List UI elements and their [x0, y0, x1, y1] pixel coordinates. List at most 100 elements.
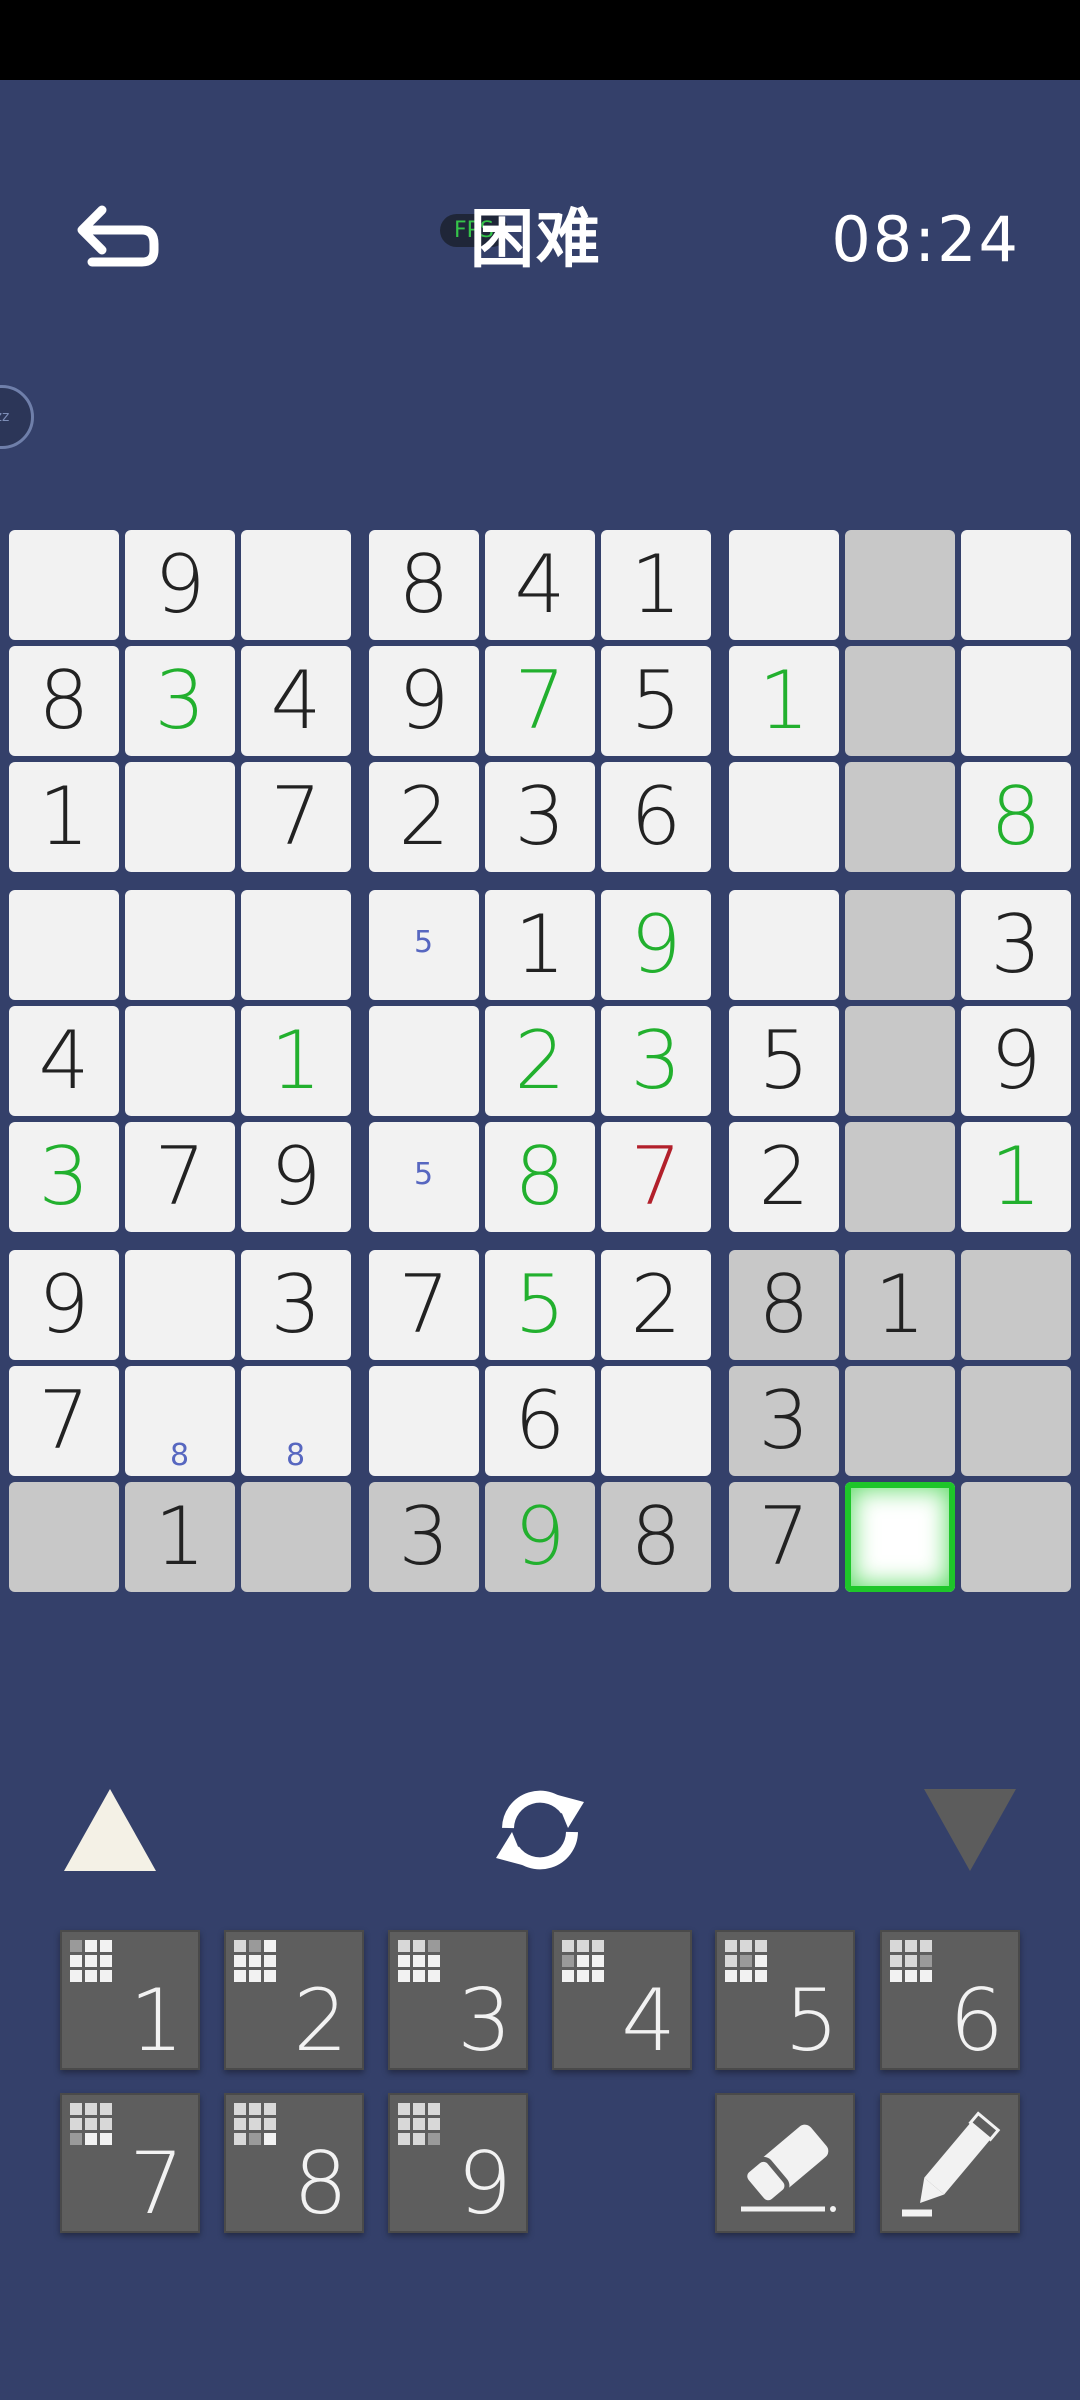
sudoku-cell[interactable]: 8	[369, 530, 479, 640]
sudoku-cell[interactable]: 1	[9, 762, 119, 872]
sudoku-cell[interactable]: 4	[485, 530, 595, 640]
sudoku-cell[interactable]	[125, 1250, 235, 1360]
sudoku-cell[interactable]	[369, 1366, 479, 1476]
sudoku-cell[interactable]	[729, 890, 839, 1000]
refresh-button[interactable]	[488, 1780, 592, 1880]
sudoku-cell[interactable]	[961, 1250, 1071, 1360]
sudoku-cell[interactable]	[845, 762, 955, 872]
sudoku-cell[interactable]: 4	[9, 1006, 119, 1116]
sudoku-cell[interactable]: 7	[485, 646, 595, 756]
sudoku-cell[interactable]: 2	[729, 1122, 839, 1232]
sudoku-cell[interactable]: 3	[729, 1366, 839, 1476]
sudoku-cell[interactable]	[845, 1482, 955, 1592]
sudoku-cell[interactable]: 2	[369, 762, 479, 872]
cell-value: 3	[270, 1258, 322, 1351]
sudoku-cell[interactable]	[845, 1006, 955, 1116]
sudoku-cell[interactable]: 6	[601, 762, 711, 872]
sudoku-cell[interactable]	[241, 890, 351, 1000]
number-button[interactable]: 7	[60, 2093, 200, 2233]
sudoku-cell[interactable]: 3	[125, 646, 235, 756]
sudoku-cell[interactable]	[369, 1006, 479, 1116]
sudoku-cell[interactable]	[729, 762, 839, 872]
sudoku-cell[interactable]: 3	[369, 1482, 479, 1592]
sudoku-cell[interactable]: 2	[485, 1006, 595, 1116]
sudoku-cell[interactable]: 6	[485, 1366, 595, 1476]
sudoku-cell[interactable]: 8	[961, 762, 1071, 872]
sudoku-cell[interactable]: 7	[601, 1122, 711, 1232]
mini-grid-icon	[398, 2103, 440, 2145]
cell-value: 6	[630, 770, 682, 863]
sudoku-cell[interactable]	[601, 1366, 711, 1476]
sudoku-cell[interactable]: 2	[601, 1250, 711, 1360]
sudoku-cell[interactable]: 5	[729, 1006, 839, 1116]
sudoku-cell[interactable]: 5	[601, 646, 711, 756]
number-label: 5	[784, 1971, 839, 2071]
number-button[interactable]: 6	[880, 1930, 1020, 2070]
sudoku-cell[interactable]: 4	[241, 646, 351, 756]
sudoku-cell[interactable]: 1	[125, 1482, 235, 1592]
sudoku-cell[interactable]: 3	[241, 1250, 351, 1360]
sudoku-cell[interactable]: 1	[729, 646, 839, 756]
cell-value: 1	[154, 1490, 206, 1583]
sudoku-cell[interactable]: 7	[241, 762, 351, 872]
sudoku-cell[interactable]: 9	[601, 890, 711, 1000]
sudoku-cell[interactable]: 5	[485, 1250, 595, 1360]
sudoku-cell[interactable]	[961, 646, 1071, 756]
sudoku-cell[interactable]	[961, 1366, 1071, 1476]
number-button[interactable]: 2	[224, 1930, 364, 2070]
number-button[interactable]: 3	[388, 1930, 528, 2070]
sudoku-cell[interactable]	[125, 1006, 235, 1116]
sudoku-cell[interactable]	[845, 890, 955, 1000]
sudoku-cell[interactable]: 7	[729, 1482, 839, 1592]
sudoku-cell[interactable]	[729, 530, 839, 640]
sudoku-cell[interactable]: 8	[729, 1250, 839, 1360]
sudoku-cell[interactable]	[125, 890, 235, 1000]
number-button[interactable]: 4	[552, 1930, 692, 2070]
sudoku-cell[interactable]	[961, 1482, 1071, 1592]
sudoku-cell[interactable]	[9, 890, 119, 1000]
pencil-button[interactable]	[880, 2093, 1020, 2233]
sudoku-cell[interactable]	[9, 530, 119, 640]
sudoku-cell[interactable]	[845, 1122, 955, 1232]
sudoku-cell[interactable]: 1	[485, 890, 595, 1000]
sudoku-cell[interactable]: 9	[125, 530, 235, 640]
sudoku-cell[interactable]: 7	[9, 1366, 119, 1476]
sudoku-cell[interactable]: 1	[601, 530, 711, 640]
cell-value: 2	[758, 1130, 810, 1223]
sudoku-board: 9841834975117236819341235937987219375281…	[0, 0, 1080, 1600]
cell-value: 4	[270, 654, 322, 747]
number-button[interactable]: 8	[224, 2093, 364, 2233]
sudoku-cell[interactable]: 7	[125, 1122, 235, 1232]
scroll-up-button[interactable]	[60, 1785, 160, 1875]
sudoku-cell[interactable]	[9, 1482, 119, 1592]
sudoku-cell[interactable]: 1	[241, 1006, 351, 1116]
sudoku-cell[interactable]	[845, 530, 955, 640]
sudoku-cell[interactable]	[845, 646, 955, 756]
sudoku-cell[interactable]	[961, 530, 1071, 640]
sudoku-cell[interactable]: 8	[601, 1482, 711, 1592]
sudoku-cell[interactable]	[241, 1482, 351, 1592]
sudoku-cell[interactable]: 9	[961, 1006, 1071, 1116]
scroll-down-button[interactable]	[920, 1785, 1020, 1875]
sudoku-cell[interactable]	[845, 1366, 955, 1476]
sudoku-cell[interactable]: 3	[485, 762, 595, 872]
sudoku-cell[interactable]	[125, 762, 235, 872]
sudoku-cell[interactable]: 8	[9, 646, 119, 756]
sudoku-cell[interactable]	[241, 530, 351, 640]
sudoku-cell[interactable]: 9	[485, 1482, 595, 1592]
sudoku-cell[interactable]: 1	[845, 1250, 955, 1360]
sudoku-cell[interactable]: 9	[9, 1250, 119, 1360]
sudoku-cell[interactable]: 3	[601, 1006, 711, 1116]
sudoku-cell[interactable]: 3	[9, 1122, 119, 1232]
sudoku-cell[interactable]: 1	[961, 1122, 1071, 1232]
sudoku-cell[interactable]: 3	[961, 890, 1071, 1000]
sudoku-cell[interactable]: 8	[485, 1122, 595, 1232]
eraser-button[interactable]	[715, 2093, 855, 2233]
number-button[interactable]: 9	[388, 2093, 528, 2233]
number-button[interactable]: 1	[60, 1930, 200, 2070]
number-label: 3	[457, 1971, 512, 2071]
sudoku-cell[interactable]: 7	[369, 1250, 479, 1360]
sudoku-cell[interactable]: 9	[241, 1122, 351, 1232]
number-button[interactable]: 5	[715, 1930, 855, 2070]
sudoku-cell[interactable]: 9	[369, 646, 479, 756]
